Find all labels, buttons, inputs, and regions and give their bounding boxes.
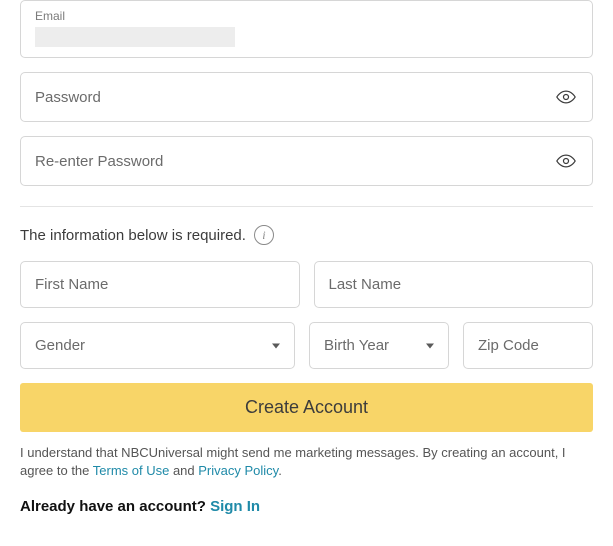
terms-of-use-link[interactable]: Terms of Use bbox=[93, 463, 170, 478]
password-input[interactable] bbox=[35, 89, 554, 106]
signin-prompt: Already have an account? Sign In bbox=[20, 498, 593, 515]
email-field[interactable]: Email bbox=[20, 0, 593, 58]
last-name-input[interactable] bbox=[329, 276, 579, 293]
eye-icon bbox=[556, 151, 576, 171]
divider bbox=[20, 206, 593, 207]
email-label: Email bbox=[35, 9, 578, 23]
eye-icon bbox=[556, 87, 576, 107]
gender-placeholder: Gender bbox=[35, 337, 85, 354]
toggle-password-visibility[interactable] bbox=[554, 87, 578, 107]
chevron-down-icon bbox=[426, 343, 434, 348]
zip-input[interactable] bbox=[478, 337, 578, 354]
toggle-reenter-visibility[interactable] bbox=[554, 151, 578, 171]
last-name-field[interactable] bbox=[314, 261, 594, 308]
reenter-password-field[interactable] bbox=[20, 136, 593, 186]
required-info-row: The information below is required. i bbox=[20, 225, 593, 245]
first-name-field[interactable] bbox=[20, 261, 300, 308]
birth-year-placeholder: Birth Year bbox=[324, 337, 389, 354]
sign-in-link[interactable]: Sign In bbox=[210, 498, 260, 515]
privacy-policy-link[interactable]: Privacy Policy bbox=[198, 463, 278, 478]
info-icon[interactable]: i bbox=[254, 225, 274, 245]
first-name-input[interactable] bbox=[35, 276, 285, 293]
password-field[interactable] bbox=[20, 72, 593, 122]
email-value[interactable] bbox=[35, 27, 235, 47]
zip-field[interactable] bbox=[463, 322, 593, 369]
reenter-password-input[interactable] bbox=[35, 153, 554, 170]
birth-year-select[interactable]: Birth Year bbox=[309, 322, 449, 369]
chevron-down-icon bbox=[272, 343, 280, 348]
required-info-text: The information below is required. bbox=[20, 227, 246, 244]
create-account-button[interactable]: Create Account bbox=[20, 383, 593, 432]
gender-select[interactable]: Gender bbox=[20, 322, 295, 369]
disclaimer-text: I understand that NBCUniversal might sen… bbox=[20, 444, 593, 480]
